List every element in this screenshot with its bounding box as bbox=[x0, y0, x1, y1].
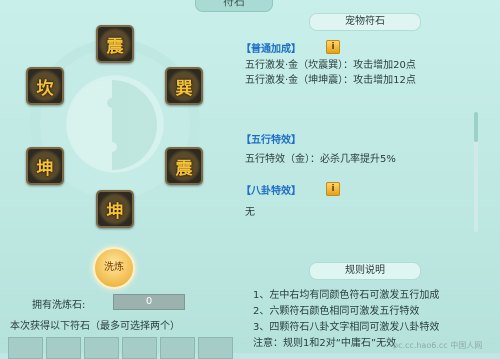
general-bonus-line: 五行激发·金（坎震巽）：攻击增加20点 bbox=[245, 60, 416, 71]
rune-char: 坎 bbox=[36, 78, 54, 99]
rune-char: 巽 bbox=[175, 78, 193, 99]
scrollbar[interactable] bbox=[474, 112, 478, 232]
rule-line: 2、六颗符石颜色相同可激发五行特效 bbox=[253, 306, 420, 317]
rune-slot-top-right[interactable]: 巽 bbox=[165, 67, 203, 105]
rule-line: 3、四颗符石八卦文字相同可激发八卦特效 bbox=[253, 322, 440, 333]
rune-slot-bottom-left[interactable]: 坤 bbox=[26, 147, 64, 185]
reward-slot[interactable] bbox=[160, 337, 195, 359]
reward-slot[interactable] bbox=[8, 337, 43, 359]
general-bonus-tag: 【普通加成】 bbox=[241, 44, 301, 55]
pet-rune-header: 宠物符石 bbox=[309, 13, 421, 31]
rule-line: 1、左中右均有同颜色符石可激发五行加成 bbox=[253, 290, 440, 301]
rune-slot-top-left[interactable]: 坎 bbox=[26, 67, 64, 105]
general-bonus-line: 五行激发·金（坤坤震）：攻击增加12点 bbox=[245, 75, 416, 86]
wash-stone-count: 0 bbox=[113, 294, 185, 310]
reward-slots bbox=[0, 337, 233, 359]
rune-char: 坤 bbox=[106, 201, 124, 222]
rune-char: 震 bbox=[106, 36, 124, 57]
reward-slot[interactable] bbox=[122, 337, 157, 359]
wash-stone-label: 拥有洗炼石: bbox=[32, 300, 86, 311]
yin-dot bbox=[107, 98, 117, 108]
rune-slot-bottom-right[interactable]: 震 bbox=[165, 147, 203, 185]
reward-slot[interactable] bbox=[198, 337, 233, 359]
info-icon[interactable]: i bbox=[326, 182, 340, 196]
rules-header: 规则说明 bbox=[309, 262, 421, 280]
info-icon[interactable]: i bbox=[326, 40, 340, 54]
rune-window: 符石 震 巽 坎 震 坤 坤 洗炼 拥有洗炼石: 0 本次获得以下符石（最多可选… bbox=[0, 0, 500, 359]
rune-char: 坤 bbox=[36, 158, 54, 179]
rune-slot-top[interactable]: 震 bbox=[96, 25, 134, 63]
right-panel: 宠物符石 【普通加成】 i 五行激发·金（坎震巽）：攻击增加20点 五行激发·金… bbox=[231, 4, 496, 353]
reward-slot[interactable] bbox=[46, 337, 81, 359]
rune-slot-bottom[interactable]: 坤 bbox=[96, 190, 134, 228]
bagua-disc: 震 巽 坎 震 坤 坤 bbox=[22, 25, 207, 235]
rule-line: 注意：规则1和2对“中庸石”无效 bbox=[253, 338, 397, 349]
left-panel: 震 巽 坎 震 坤 坤 洗炼 拥有洗炼石: 0 本次获得以下符石（最多可选择两个… bbox=[0, 0, 233, 359]
wash-button[interactable]: 洗炼 bbox=[93, 247, 135, 289]
reward-hint: 本次获得以下符石（最多可选择两个） bbox=[10, 321, 180, 332]
yang-dot bbox=[107, 142, 117, 152]
rune-char: 震 bbox=[175, 158, 193, 179]
watermark: pc.cc.hao6.cc 中国人网 bbox=[393, 341, 483, 350]
yinyang-icon bbox=[67, 80, 157, 170]
wuxing-effect-line: 五行特效（金）：必杀几率提升5% bbox=[245, 154, 396, 165]
bagua-effect-line: 无 bbox=[245, 207, 255, 218]
bagua-effect-tag: 【八卦特效】 bbox=[241, 186, 301, 197]
reward-slot[interactable] bbox=[84, 337, 119, 359]
wuxing-effect-tag: 【五行特效】 bbox=[241, 135, 301, 146]
scrollbar-thumb[interactable] bbox=[474, 112, 478, 142]
